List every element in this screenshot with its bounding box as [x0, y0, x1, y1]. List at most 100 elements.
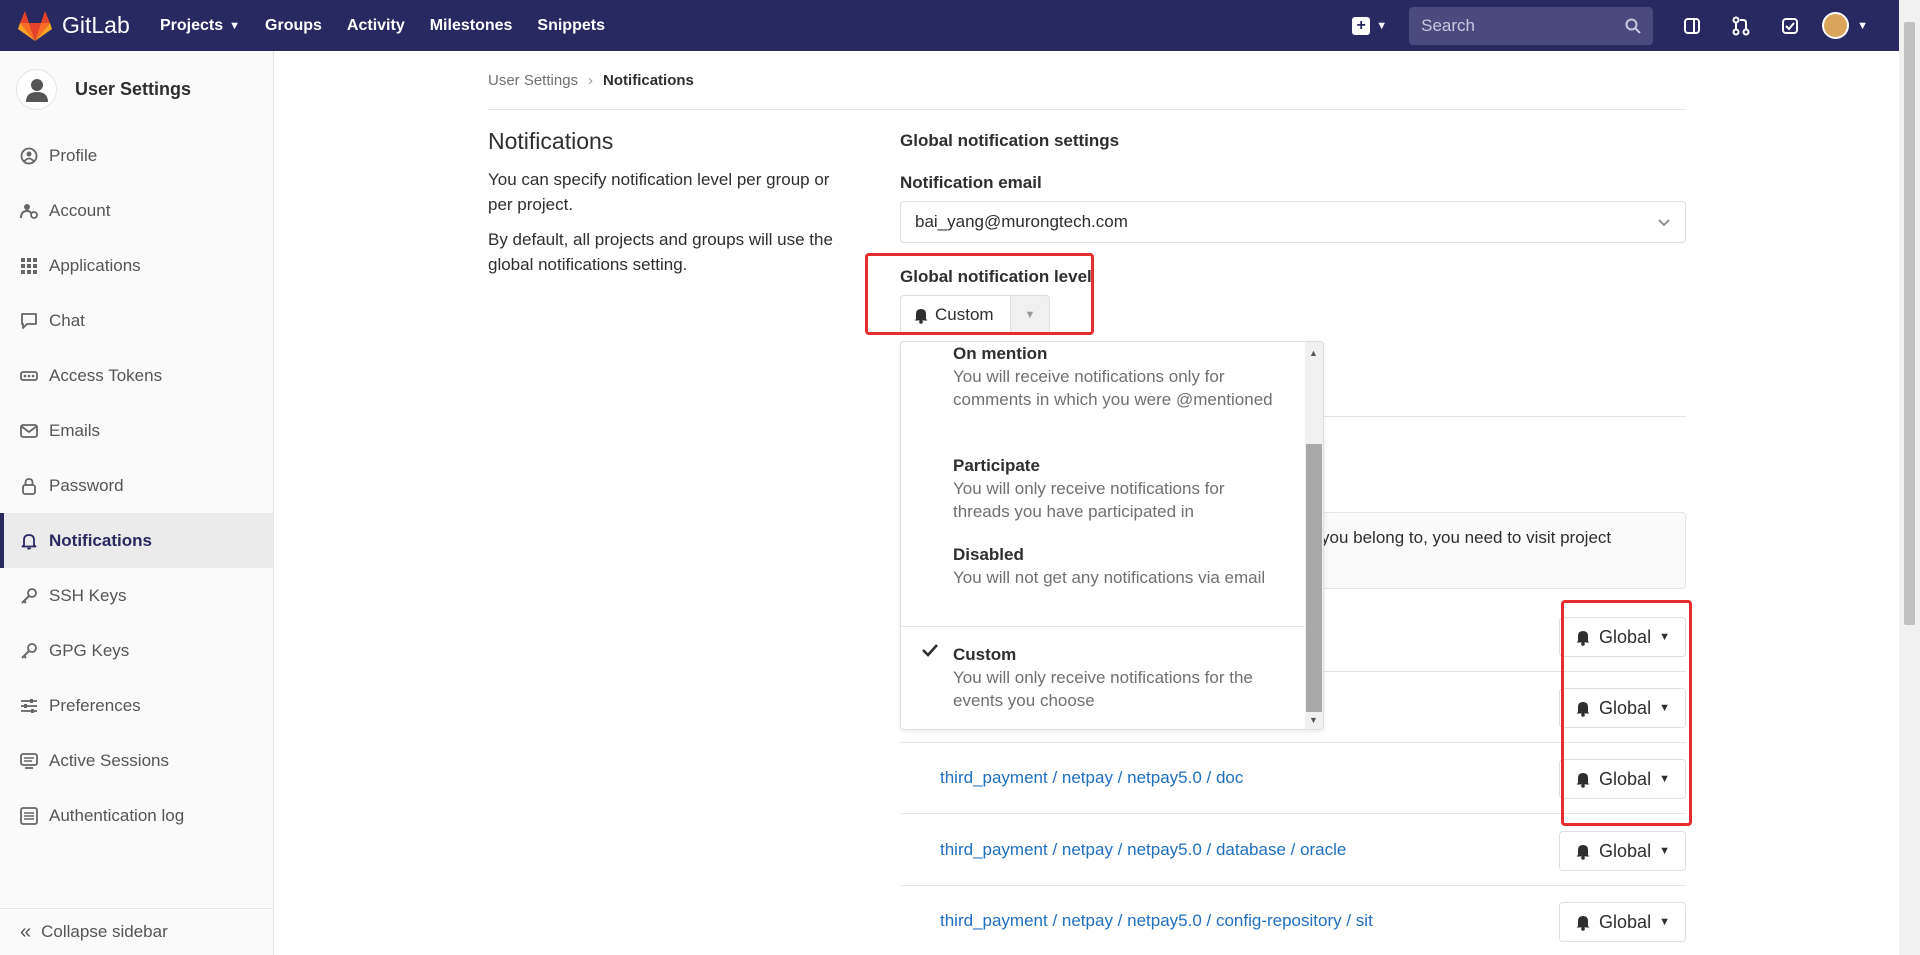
chevron-down-icon: ▼: [1376, 19, 1388, 32]
scroll-up-arrow-icon[interactable]: ▲: [1309, 348, 1318, 358]
menu-divider: [901, 626, 1305, 627]
check-icon: [922, 644, 938, 657]
menu-scrollbar[interactable]: ▲ ▼: [1305, 342, 1323, 729]
menu-item-participate[interactable]: Participate You will only receive notifi…: [953, 454, 1273, 523]
scrollbar-thumb[interactable]: [1904, 22, 1915, 625]
sidebar-item-chat[interactable]: Chat: [0, 293, 273, 348]
chevron-down-icon: ▼: [229, 19, 241, 32]
menu-item-description: You will not get any notifications via e…: [953, 568, 1266, 587]
project-level-label: Global: [1599, 840, 1652, 861]
project-link[interactable]: third_payment / netpay / netpay5.0 / con…: [940, 911, 1373, 931]
menu-item-title: Custom: [953, 645, 1017, 664]
chevron-down-icon: [1658, 218, 1670, 226]
menu-item-custom[interactable]: Custom You will only receive notificatio…: [953, 643, 1273, 712]
search-icon: [1625, 18, 1641, 34]
sidebar-toggle-button[interactable]: [1667, 6, 1716, 46]
menu-item-on-mention[interactable]: On mention You will receive notification…: [953, 342, 1273, 411]
page-title: Notifications: [488, 128, 614, 154]
search-placeholder: Search: [1421, 15, 1475, 35]
menu-item-disabled[interactable]: Disabled You will not get any notificati…: [953, 543, 1273, 589]
merge-requests-button[interactable]: [1716, 6, 1765, 46]
double-chevron-left-icon: «: [20, 920, 32, 943]
project-link[interactable]: third_payment / netpay / netpay5.0 / doc: [940, 768, 1243, 788]
sidebar-item-account[interactable]: Account: [0, 183, 273, 238]
bell-icon: [21, 533, 37, 550]
project-level-dropdown[interactable]: Global ▼: [1559, 902, 1686, 942]
intro-text: By default, all projects and groups will…: [488, 230, 833, 274]
gitlab-logo[interactable]: GitLab: [18, 10, 130, 42]
sidebar-item-label: Applications: [49, 255, 141, 275]
chevron-down-icon: ▼: [1857, 19, 1868, 32]
nav-snippets[interactable]: Snippets: [537, 17, 605, 35]
sidebar-item-password[interactable]: Password: [0, 458, 273, 513]
sidebar-item-label: Preferences: [49, 695, 141, 715]
sliders-icon: [21, 698, 37, 713]
nav-projects-label: Projects: [160, 16, 224, 34]
bell-icon: [1576, 845, 1590, 860]
user-menu-button[interactable]: ▼: [1822, 12, 1868, 39]
panel-icon: [1683, 17, 1700, 34]
scroll-down-arrow-icon[interactable]: ▼: [1309, 715, 1318, 725]
nav-activity[interactable]: Activity: [347, 17, 405, 35]
sidebar-item-applications[interactable]: Applications: [0, 238, 273, 293]
key-icon: [21, 587, 37, 604]
intro-text: You can specify notification level per g…: [488, 170, 830, 214]
mail-icon: [20, 423, 38, 438]
sidebar-item-notifications[interactable]: Notifications: [0, 513, 273, 568]
todo-check-icon: [1781, 17, 1798, 34]
highlight-box: [1561, 600, 1692, 826]
sidebar-item-access-tokens[interactable]: Access Tokens: [0, 348, 273, 403]
divider: [488, 109, 1686, 110]
settings-sidebar: User Settings Profile Account Applicatio…: [0, 51, 274, 955]
sidebar-context-header[interactable]: User Settings: [0, 51, 273, 128]
email-label: Notification email: [900, 173, 1042, 192]
collapse-sidebar-button[interactable]: « Collapse sidebar: [0, 908, 273, 955]
breadcrumb: User Settings › Notifications: [488, 72, 694, 89]
sidebar-item-label: GPG Keys: [49, 640, 130, 660]
section-title: Global notification settings: [900, 131, 1120, 150]
nav-projects[interactable]: Projects ▼: [160, 17, 240, 35]
collapse-sidebar-label: Collapse sidebar: [41, 922, 168, 941]
sidebar-item-label: Authentication log: [49, 805, 185, 825]
chat-icon: [21, 312, 37, 329]
new-dropdown-button[interactable]: + ▼: [1352, 16, 1388, 35]
sidebar-item-profile[interactable]: Profile: [0, 128, 273, 183]
nav-groups[interactable]: Groups: [265, 17, 322, 35]
email-value: bai_yang@murongtech.com: [915, 212, 1128, 231]
project-level-label: Global: [1599, 911, 1652, 932]
todos-button[interactable]: [1765, 6, 1814, 46]
breadcrumb-current[interactable]: Notifications: [603, 72, 694, 89]
sidebar-item-label: SSH Keys: [49, 585, 127, 605]
project-level-dropdown[interactable]: Global ▼: [1559, 831, 1686, 871]
info-text: you belong to, you need to visit project: [1321, 528, 1612, 547]
project-link[interactable]: third_payment / netpay / netpay5.0 / dat…: [940, 840, 1346, 860]
page-scrollbar[interactable]: [1899, 0, 1920, 955]
menu-item-description: You will only receive notifications for …: [953, 479, 1225, 521]
menu-item-title: On mention: [953, 344, 1048, 363]
sidebar-context-title: User Settings: [75, 79, 192, 99]
sidebar-item-ssh-keys[interactable]: SSH Keys: [0, 568, 273, 623]
caret-down-icon: ▼: [1659, 845, 1670, 857]
breadcrumb-parent-link[interactable]: User Settings: [488, 72, 578, 89]
sidebar-item-authentication-log[interactable]: Authentication log: [0, 788, 273, 843]
gitlab-fox-icon: [18, 10, 52, 41]
sidebar-item-gpg-keys[interactable]: GPG Keys: [0, 623, 273, 678]
merge-request-icon: [1732, 16, 1750, 35]
menu-item-description: You will only receive notifications for …: [953, 668, 1253, 710]
sidebar-item-active-sessions[interactable]: Active Sessions: [0, 733, 273, 788]
sidebar-item-label: Chat: [49, 310, 85, 330]
search-input[interactable]: Search: [1409, 6, 1654, 45]
sidebar-item-label: Password: [49, 475, 124, 495]
sidebar-item-emails[interactable]: Emails: [0, 403, 273, 458]
notification-email-select[interactable]: bai_yang@murongtech.com: [900, 201, 1686, 243]
sidebar-item-label: Profile: [49, 145, 98, 165]
sidebar-item-label: Emails: [49, 420, 101, 440]
lock-icon: [22, 477, 36, 495]
caret-down-icon: ▼: [1659, 916, 1670, 928]
sidebar-item-preferences[interactable]: Preferences: [0, 678, 273, 733]
menu-item-title: Disabled: [953, 545, 1024, 564]
sidebar-item-label: Active Sessions: [49, 750, 169, 770]
nav-milestones[interactable]: Milestones: [430, 17, 513, 35]
avatar: [1822, 12, 1850, 39]
scrollbar-thumb[interactable]: [1306, 444, 1322, 712]
